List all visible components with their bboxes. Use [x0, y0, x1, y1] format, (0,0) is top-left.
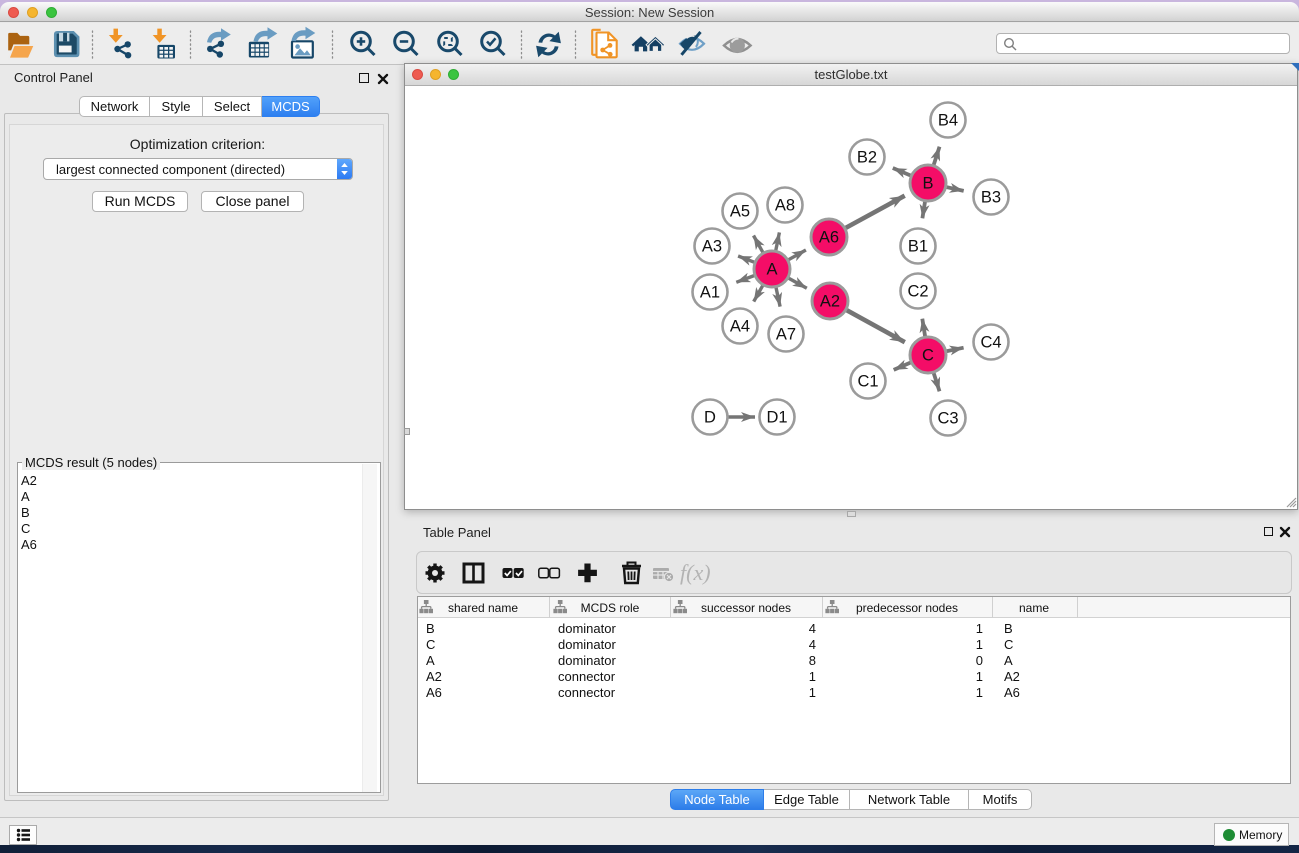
svg-text:A4: A4: [730, 318, 750, 336]
svg-text:B3: B3: [981, 189, 1001, 207]
svg-text:D1: D1: [766, 409, 787, 427]
svg-text:A8: A8: [775, 197, 795, 215]
svg-text:B4: B4: [938, 112, 958, 130]
svg-text:A: A: [766, 261, 777, 279]
svg-text:A1: A1: [700, 284, 720, 302]
svg-text:shared name: shared name: [448, 601, 518, 615]
svg-text:name: name: [1019, 601, 1049, 615]
svg-text:predecessor nodes: predecessor nodes: [856, 601, 958, 615]
svg-text:C2: C2: [907, 283, 928, 301]
svg-text:MCDS role: MCDS role: [581, 601, 640, 615]
svg-text:A5: A5: [730, 203, 750, 221]
svg-text:A7: A7: [776, 326, 796, 344]
svg-text:C: C: [922, 347, 934, 365]
svg-text:B1: B1: [908, 238, 928, 256]
svg-text:successor nodes: successor nodes: [701, 601, 791, 615]
svg-text:C1: C1: [857, 373, 878, 391]
svg-text:B: B: [922, 175, 933, 193]
svg-text:A3: A3: [702, 238, 722, 256]
svg-text:f(x): f(x): [680, 560, 711, 585]
svg-text:B2: B2: [857, 149, 877, 167]
svg-text:C4: C4: [980, 334, 1001, 352]
svg-text:A6: A6: [819, 229, 839, 247]
svg-text:D: D: [704, 409, 716, 427]
svg-text:C3: C3: [937, 410, 958, 428]
svg-text:A2: A2: [820, 293, 840, 311]
